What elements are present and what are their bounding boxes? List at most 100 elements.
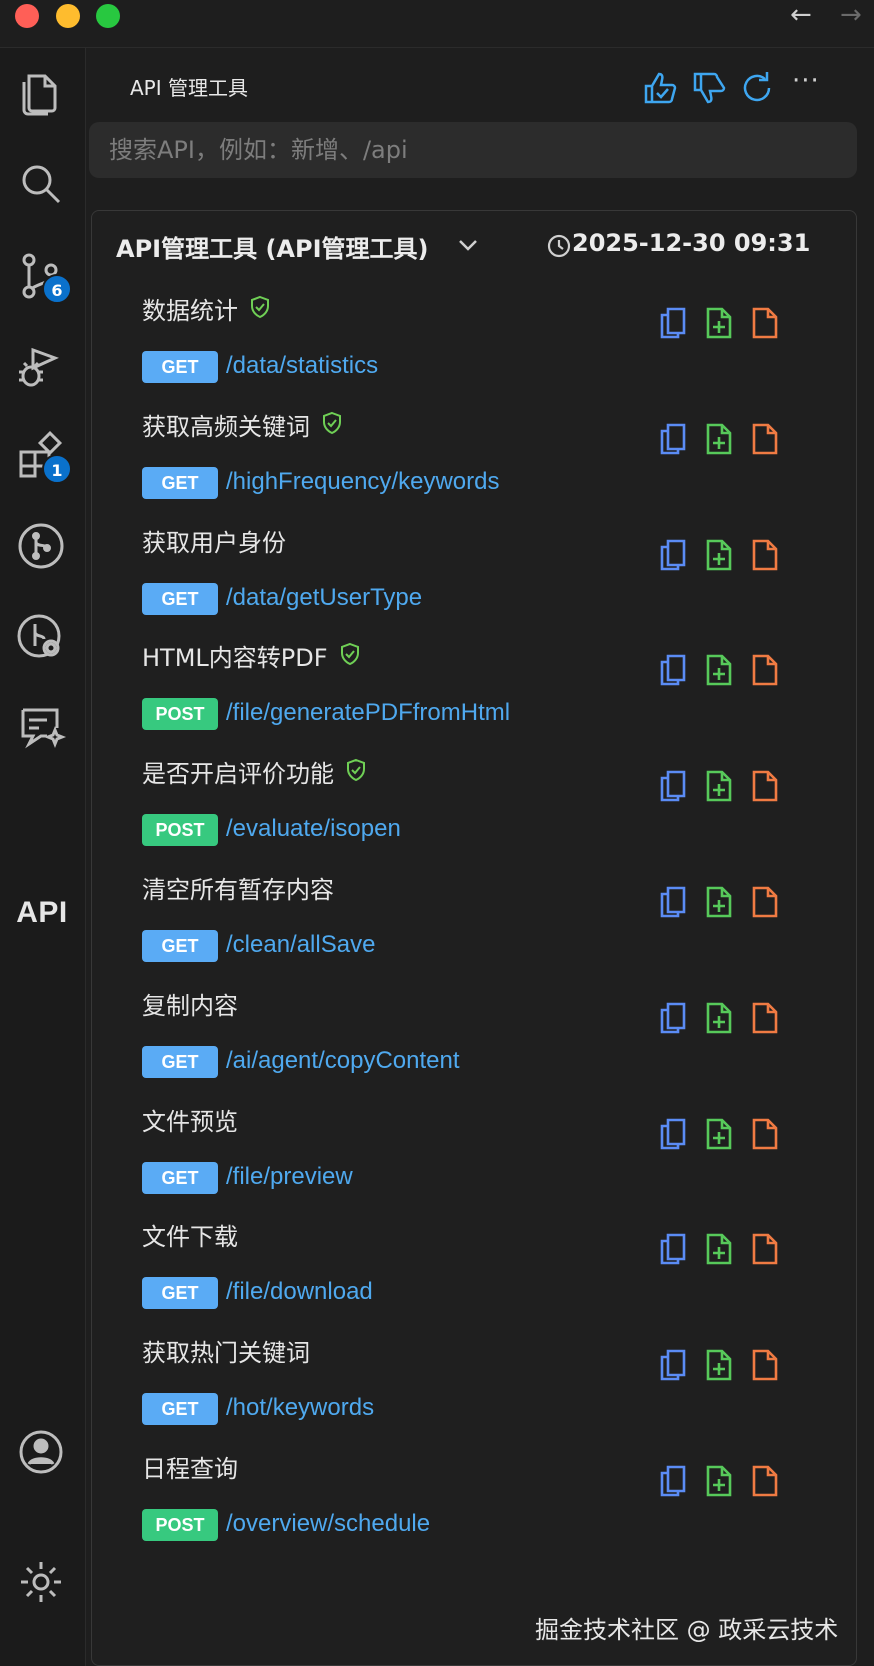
- api-name: 是否开启评价功能: [142, 758, 368, 790]
- api-list-item[interactable]: 获取高频关键词 GET/highFrequency/keywords: [92, 411, 858, 527]
- add-file-icon[interactable]: [704, 1463, 734, 1499]
- document-icon[interactable]: [750, 421, 780, 457]
- document-icon[interactable]: [750, 1231, 780, 1267]
- api-group: API管理工具 (API管理工具) 2025-12-30 09:31 数据统计 G…: [91, 210, 857, 1666]
- search-icon[interactable]: [15, 158, 67, 210]
- thumbs-down-icon[interactable]: [689, 68, 729, 108]
- api-path[interactable]: /file/download: [226, 1274, 373, 1310]
- document-icon[interactable]: [750, 1463, 780, 1499]
- api-list-item[interactable]: HTML内容转PDF POST/file/generatePDFfromHtml: [92, 642, 858, 758]
- http-method-badge: POST: [142, 814, 218, 847]
- api-list-item[interactable]: 获取热门关键词 GET/hot/keywords: [92, 1337, 858, 1453]
- document-icon[interactable]: [750, 1116, 780, 1152]
- api-path[interactable]: /highFrequency/keywords: [226, 464, 499, 500]
- panel-title: API 管理工具: [130, 76, 248, 100]
- close-window-button[interactable]: [15, 4, 39, 28]
- http-method-badge: GET: [142, 1393, 218, 1426]
- api-list-item[interactable]: 清空所有暂存内容 GET/clean/allSave: [92, 874, 858, 990]
- add-file-icon[interactable]: [704, 884, 734, 920]
- watermark: 掘金技术社区 @ 政采云技术: [535, 1616, 839, 1644]
- copy-icon[interactable]: [658, 1347, 688, 1383]
- maximize-window-button[interactable]: [96, 4, 120, 28]
- add-file-icon[interactable]: [704, 421, 734, 457]
- git-graph-icon[interactable]: [15, 520, 67, 572]
- more-actions-icon[interactable]: ···: [792, 66, 820, 96]
- api-path[interactable]: /hot/keywords: [226, 1390, 374, 1426]
- add-file-icon[interactable]: [704, 1231, 734, 1267]
- api-name: 获取用户身份: [142, 527, 286, 559]
- api-activity-item[interactable]: API: [14, 896, 70, 932]
- clock-icon: [547, 234, 571, 258]
- document-icon[interactable]: [750, 305, 780, 341]
- title-bar: ← →: [0, 0, 874, 48]
- app-window: ← → 6 1 API API 管理工具 ··· 搜索API，例如：新增、/ap…: [0, 0, 874, 1666]
- copy-icon[interactable]: [658, 884, 688, 920]
- api-search-input[interactable]: [89, 122, 857, 178]
- minimize-window-button[interactable]: [56, 4, 80, 28]
- add-file-icon[interactable]: [704, 1347, 734, 1383]
- copy-icon[interactable]: [658, 1231, 688, 1267]
- api-path[interactable]: /file/generatePDFfromHtml: [226, 695, 510, 731]
- api-name-text: 是否开启评价功能: [142, 760, 334, 789]
- api-list-item[interactable]: 数据统计 GET/data/statistics: [92, 295, 858, 411]
- document-icon[interactable]: [750, 768, 780, 804]
- document-icon[interactable]: [750, 537, 780, 573]
- add-file-icon[interactable]: [704, 652, 734, 688]
- api-path[interactable]: /data/statistics: [226, 348, 378, 384]
- api-name: 文件下载: [142, 1221, 238, 1253]
- api-path[interactable]: /clean/allSave: [226, 927, 375, 963]
- api-list-item[interactable]: 是否开启评价功能 POST/evaluate/isopen: [92, 758, 858, 874]
- add-file-icon[interactable]: [704, 305, 734, 341]
- copy-icon[interactable]: [658, 305, 688, 341]
- api-list-item[interactable]: 日程查询 POST/overview/schedule: [92, 1453, 858, 1569]
- api-name-text: 文件下载: [142, 1223, 238, 1252]
- thumbs-up-icon[interactable]: [640, 68, 680, 108]
- copy-icon[interactable]: [658, 652, 688, 688]
- document-icon[interactable]: [750, 884, 780, 920]
- add-file-icon[interactable]: [704, 537, 734, 573]
- verified-shield-icon: [338, 642, 362, 674]
- http-method-badge: POST: [142, 698, 218, 731]
- api-path[interactable]: /file/preview: [226, 1159, 353, 1195]
- refresh-icon[interactable]: [737, 68, 777, 108]
- api-path[interactable]: /ai/agent/copyContent: [226, 1043, 460, 1079]
- copy-icon[interactable]: [658, 1116, 688, 1152]
- activity-bar: 6 1 API: [0, 48, 86, 1666]
- document-icon[interactable]: [750, 1347, 780, 1383]
- add-file-icon[interactable]: [704, 768, 734, 804]
- http-method-badge: GET: [142, 1045, 218, 1078]
- group-title[interactable]: API管理工具 (API管理工具): [116, 229, 428, 264]
- api-list-item[interactable]: 文件预览 GET/file/preview: [92, 1106, 858, 1222]
- group-timestamp: 2025-12-30 09:31: [572, 229, 811, 257]
- api-list-item[interactable]: 复制内容 GET/ai/agent/copyContent: [92, 990, 858, 1106]
- copy-icon[interactable]: [658, 537, 688, 573]
- arrow-right-icon[interactable]: →: [840, 0, 862, 30]
- verified-shield-icon: [248, 295, 272, 327]
- arrow-left-icon[interactable]: ←: [790, 0, 812, 30]
- git-history-icon[interactable]: [15, 610, 67, 662]
- extensions-icon[interactable]: 1: [15, 430, 72, 484]
- settings-gear-icon[interactable]: [15, 1556, 67, 1608]
- add-file-icon[interactable]: [704, 1116, 734, 1152]
- api-manager-panel: API 管理工具 ··· API管理工具 (API管理工具): [87, 48, 861, 1666]
- run-debug-icon[interactable]: [15, 340, 67, 392]
- account-icon[interactable]: [15, 1426, 67, 1478]
- source-control-icon[interactable]: 6: [15, 250, 72, 304]
- api-path[interactable]: /data/getUserType: [226, 580, 422, 616]
- chat-sparkle-icon[interactable]: [15, 700, 67, 752]
- document-icon[interactable]: [750, 652, 780, 688]
- chevron-down-icon[interactable]: [456, 233, 480, 257]
- add-file-icon[interactable]: [704, 1000, 734, 1036]
- copy-icon[interactable]: [658, 421, 688, 457]
- copy-icon[interactable]: [658, 1463, 688, 1499]
- api-path[interactable]: /overview/schedule: [226, 1506, 430, 1542]
- api-list-item[interactable]: 获取用户身份 GET/data/getUserType: [92, 527, 858, 643]
- api-list-item[interactable]: 文件下载 GET/file/download: [92, 1221, 858, 1337]
- api-name-text: 获取高频关键词: [142, 412, 310, 441]
- copy-icon[interactable]: [658, 1000, 688, 1036]
- document-icon[interactable]: [750, 1000, 780, 1036]
- api-name: 复制内容: [142, 990, 238, 1022]
- files-icon[interactable]: [15, 68, 67, 120]
- api-path[interactable]: /evaluate/isopen: [226, 811, 401, 847]
- copy-icon[interactable]: [658, 768, 688, 804]
